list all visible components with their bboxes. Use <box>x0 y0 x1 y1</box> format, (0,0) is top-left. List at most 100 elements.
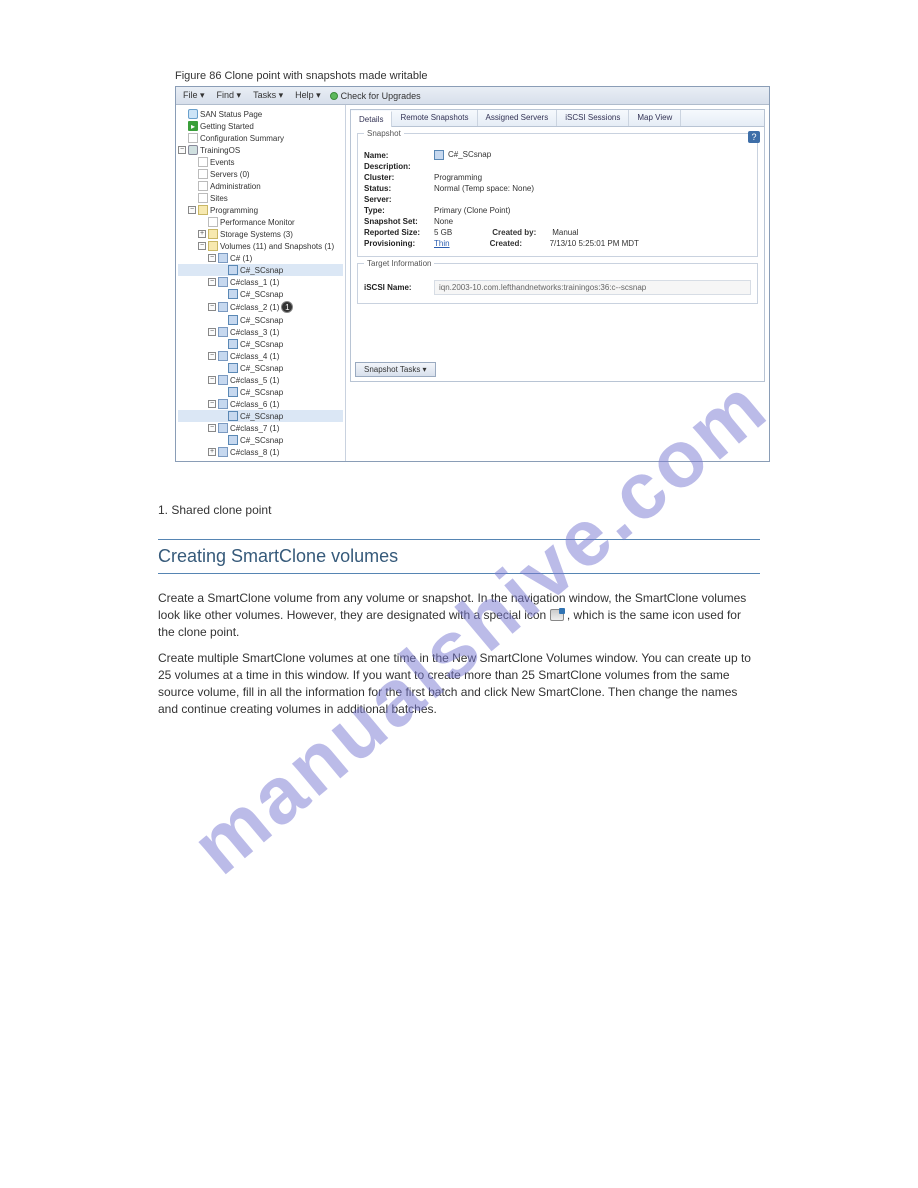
name-label: Name: <box>364 151 434 160</box>
collapse-icon[interactable]: − <box>208 278 216 286</box>
tree-san-status[interactable]: SAN Status Page <box>200 110 262 119</box>
tree-getting-started[interactable]: Getting Started <box>200 122 254 131</box>
tree-config-summary[interactable]: Configuration Summary <box>200 134 284 143</box>
globe-icon <box>188 109 198 119</box>
collapse-icon[interactable]: − <box>208 303 216 311</box>
tree-cc8[interactable]: C#class_8 (1) <box>230 448 279 457</box>
tree-sites[interactable]: Sites <box>210 194 228 203</box>
collapse-icon[interactable]: − <box>208 400 216 408</box>
tree-cc4[interactable]: C#class_4 (1) <box>230 352 279 361</box>
tree-vol-snaps[interactable]: Volumes (11) and Snapshots (1) <box>220 242 334 251</box>
snapshot-icon <box>228 387 238 397</box>
tree-storage[interactable]: Storage Systems (3) <box>220 230 293 239</box>
tab-remote-snapshots[interactable]: Remote Snapshots <box>392 110 477 126</box>
help-icon[interactable]: ? <box>748 131 760 143</box>
volume-icon <box>218 423 228 433</box>
systems-icon <box>208 229 218 239</box>
vol-snap-icon <box>208 241 218 251</box>
collapse-icon[interactable]: − <box>208 376 216 384</box>
tree-cc5[interactable]: C#class_5 (1) <box>230 376 279 385</box>
check-upgrades[interactable]: Check for Upgrades <box>330 91 421 101</box>
figure-caption: Figure 86 Clone point with snapshots mad… <box>175 70 918 82</box>
tree-perf-monitor[interactable]: Performance Monitor <box>220 218 295 227</box>
tree-cc3-snap[interactable]: C#_SCsnap <box>240 340 283 349</box>
section-title: Creating SmartClone volumes <box>158 539 760 574</box>
tree-cc1-snap[interactable]: C#_SCsnap <box>240 290 283 299</box>
collapse-icon[interactable]: − <box>178 146 186 154</box>
volume-icon <box>218 302 228 312</box>
tab-map-view[interactable]: Map View <box>629 110 681 126</box>
tree-programming[interactable]: Programming <box>210 206 258 215</box>
details-box: ? Snapshot Name:C#_SCsnap Description: C… <box>350 127 765 382</box>
main-area: SAN Status Page ▸Getting Started Configu… <box>176 105 769 461</box>
tree-training[interactable]: TrainingOS <box>200 146 240 155</box>
legend-item-1: 1. Shared clone point <box>158 502 760 519</box>
snapshot-icon <box>228 339 238 349</box>
tree-cc2-snap[interactable]: C#_SCsnap <box>240 316 283 325</box>
volume-icon <box>218 351 228 361</box>
tree-cc2[interactable]: C#class_2 (1) <box>230 303 279 312</box>
tree-admin[interactable]: Administration <box>210 182 261 191</box>
sites-icon <box>198 193 208 203</box>
type-label: Type: <box>364 206 434 215</box>
snapshot-tasks-button[interactable]: Snapshot Tasks ▾ <box>355 362 436 377</box>
createdby-value: Manual <box>552 228 578 237</box>
collapse-icon[interactable]: − <box>208 328 216 336</box>
tree-panel: SAN Status Page ▸Getting Started Configu… <box>176 105 346 461</box>
tree-cc6-snap[interactable]: C#_SCsnap <box>240 412 283 421</box>
createdby-label: Created by: <box>492 228 552 237</box>
repsize-value: 5 GB <box>434 228 452 237</box>
admin-icon <box>198 181 208 191</box>
snapshot-icon <box>228 315 238 325</box>
tree-events[interactable]: Events <box>210 158 234 167</box>
tree-c1[interactable]: C# (1) <box>230 254 252 263</box>
gear-icon <box>188 145 198 155</box>
expand-icon[interactable]: + <box>208 448 216 456</box>
tree-cc7[interactable]: C#class_7 (1) <box>230 424 279 433</box>
snapset-label: Snapshot Set: <box>364 217 434 226</box>
tree-cc7-snap[interactable]: C#_SCsnap <box>240 436 283 445</box>
tab-bar: Details Remote Snapshots Assigned Server… <box>350 109 765 127</box>
document-body: 1. Shared clone point Creating SmartClon… <box>158 502 760 718</box>
tree-cc1[interactable]: C#class_1 (1) <box>230 278 279 287</box>
volume-icon <box>218 327 228 337</box>
tree-c1-snap[interactable]: C#_SCsnap <box>240 266 283 275</box>
tab-assigned-servers[interactable]: Assigned Servers <box>478 110 558 126</box>
target-info-title: Target Information <box>364 259 434 268</box>
paragraph-1: Create a SmartClone volume from any volu… <box>158 590 760 640</box>
menu-file[interactable]: File ▾ <box>180 89 208 102</box>
type-value: Primary (Clone Point) <box>434 206 510 215</box>
prov-label: Provisioning: <box>364 239 434 248</box>
menu-tasks[interactable]: Tasks ▾ <box>250 89 286 102</box>
tree-cc6[interactable]: C#class_6 (1) <box>230 400 279 409</box>
page-icon <box>188 133 198 143</box>
tree-cc4-snap[interactable]: C#_SCsnap <box>240 364 283 373</box>
status-label: Status: <box>364 184 434 193</box>
snapshot-icon <box>228 265 238 275</box>
created-label: Created: <box>490 239 550 248</box>
snapshot-icon <box>228 363 238 373</box>
menu-find[interactable]: Find ▾ <box>214 89 245 102</box>
paragraph-2: Create multiple SmartClone volumes at on… <box>158 650 760 717</box>
menubar: File ▾ Find ▾ Tasks ▾ Help ▾ Check for U… <box>176 87 769 105</box>
volume-icon <box>218 253 228 263</box>
collapse-icon[interactable]: − <box>208 424 216 432</box>
tab-iscsi-sessions[interactable]: iSCSI Sessions <box>557 110 629 126</box>
expand-icon[interactable]: + <box>198 230 206 238</box>
collapse-icon[interactable]: − <box>188 206 196 214</box>
cluster-label: Cluster: <box>364 173 434 182</box>
snapset-value: None <box>434 217 453 226</box>
menu-help[interactable]: Help ▾ <box>292 89 324 102</box>
collapse-icon[interactable]: − <box>208 254 216 262</box>
iscsi-value: iqn.2003-10.com.lefthandnetworks:trainin… <box>434 280 751 295</box>
tab-details[interactable]: Details <box>351 111 392 127</box>
tree-servers[interactable]: Servers (0) <box>210 170 250 179</box>
monitor-icon <box>208 217 218 227</box>
tree-cc3[interactable]: C#class_3 (1) <box>230 328 279 337</box>
snapshot-icon <box>228 289 238 299</box>
tree-cc5-snap[interactable]: C#_SCsnap <box>240 388 283 397</box>
prov-value-link[interactable]: Thin <box>434 239 450 248</box>
snapshot-icon <box>228 435 238 445</box>
collapse-icon[interactable]: − <box>198 242 206 250</box>
collapse-icon[interactable]: − <box>208 352 216 360</box>
